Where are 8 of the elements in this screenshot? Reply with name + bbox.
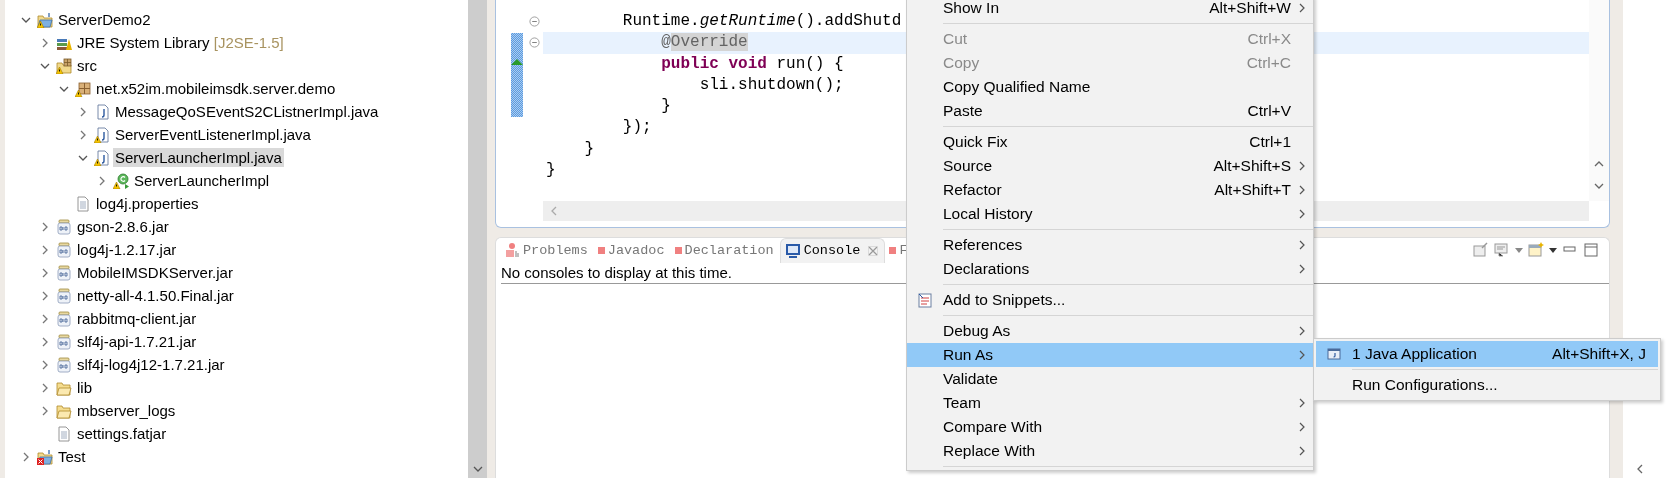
code-line: } xyxy=(660,96,671,118)
code-line: Runtime.getRuntime().addShutd xyxy=(621,11,902,32)
code-line: } xyxy=(546,160,556,182)
code-line: }); xyxy=(621,117,652,139)
code-line: @Override xyxy=(660,32,748,54)
code-line: sli.shutdown(); xyxy=(698,74,844,96)
code-line: public void run() { xyxy=(660,53,844,75)
code-line: } xyxy=(583,138,594,160)
